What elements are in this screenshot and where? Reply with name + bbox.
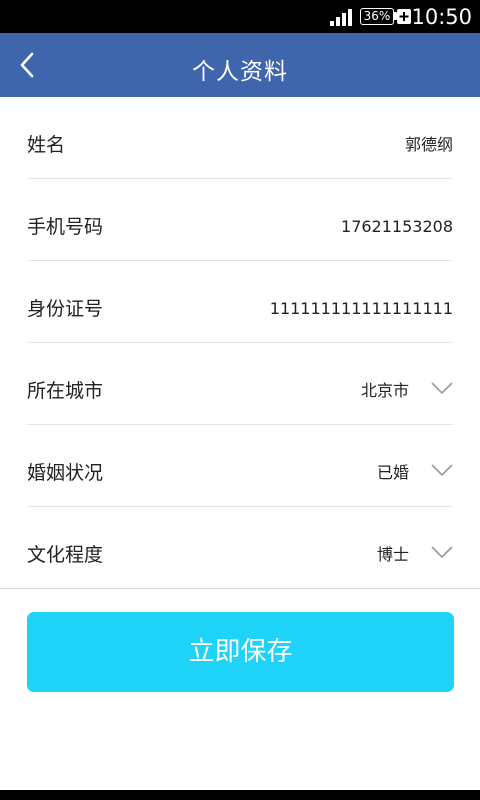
form-row-phone[interactable]: 手机号码 17621153208 <box>27 179 453 261</box>
status-time: 10:50 <box>411 5 472 29</box>
row-label: 文化程度 <box>27 544 104 566</box>
chevron-down-icon[interactable] <box>431 463 453 477</box>
row-label: 所在城市 <box>27 380 104 402</box>
screen: 36% 10:50 个人资料 姓名 郭德纲 手机号码 17621153208 身… <box>0 0 480 800</box>
row-label: 身份证号 <box>27 298 104 320</box>
row-label: 婚姻状况 <box>27 462 104 484</box>
form-row-name[interactable]: 姓名 郭德纲 <box>27 97 453 179</box>
chevron-down-icon[interactable] <box>431 545 453 559</box>
header: 个人资料 <box>0 33 480 97</box>
education-select[interactable]: 博士 <box>377 507 409 588</box>
page-title: 个人资料 <box>192 59 288 85</box>
charging-plus-icon <box>397 9 411 24</box>
save-button[interactable]: 立即保存 <box>27 612 454 692</box>
profile-form: 姓名 郭德纲 手机号码 17621153208 身份证号 11111111111… <box>0 97 480 589</box>
city-select[interactable]: 北京市 <box>361 343 409 424</box>
row-label: 姓名 <box>27 134 66 156</box>
form-row-id-number[interactable]: 身份证号 111111111111111111 <box>27 261 453 343</box>
battery-icon: 36% <box>360 8 394 25</box>
chevron-down-icon[interactable] <box>431 381 453 395</box>
row-label: 手机号码 <box>27 216 104 238</box>
form-row-city[interactable]: 所在城市 北京市 <box>27 343 453 425</box>
marital-status-select[interactable]: 已婚 <box>377 425 409 506</box>
signal-strength-icon <box>330 9 352 26</box>
chevron-left-icon[interactable] <box>18 51 38 79</box>
battery-level: 36% <box>363 9 391 23</box>
form-row-marital-status[interactable]: 婚姻状况 已婚 <box>27 425 453 507</box>
phone-value[interactable]: 17621153208 <box>341 179 453 260</box>
status-bar: 36% 10:50 <box>0 0 480 33</box>
id-number-value[interactable]: 111111111111111111 <box>270 261 453 342</box>
bottom-edge <box>0 790 480 800</box>
name-value[interactable]: 郭德纲 <box>405 97 453 178</box>
form-row-education[interactable]: 文化程度 博士 <box>0 507 480 589</box>
